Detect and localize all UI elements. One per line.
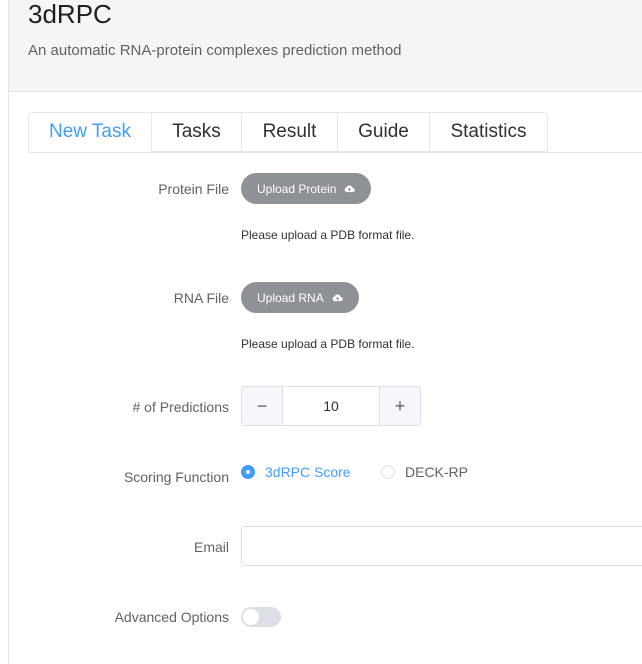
tab-tasks[interactable]: Tasks [152,112,242,152]
tab-result[interactable]: Result [242,112,338,152]
app-title: 3dRPC [28,0,112,29]
scoring-function-label: Scoring Function [123,469,229,485]
rna-file-label: RNA File [173,290,229,306]
protein-file-hint: Please upload a PDB format file. [241,228,415,242]
rna-file-hint: Please upload a PDB format file. [241,337,415,351]
tab-statistics[interactable]: Statistics [430,112,548,152]
radio-3drpc-score[interactable]: 3dRPC Score [241,464,351,480]
decrement-button[interactable]: − [242,387,283,425]
radio-unchecked-indicator [381,465,395,479]
tab-bar: New Task Tasks Result Guide Statistics [28,112,548,152]
advanced-options-toggle[interactable] [241,607,281,627]
radio-checked-indicator [241,465,255,479]
tab-new-task[interactable]: New Task [28,112,152,152]
cloud-upload-icon [332,294,343,302]
increment-button[interactable]: + [379,387,420,425]
content-left-border [8,92,9,664]
page-header: 3dRPC An automatic RNA-protein complexes… [8,0,642,92]
app-subtitle: An automatic RNA-protein complexes predi… [28,42,402,59]
radio-deck-rp-label: DECK-RP [405,464,469,480]
protein-file-label: Protein File [158,181,229,197]
cloud-upload-icon [345,185,356,193]
predictions-stepper: − 10 + [241,386,421,426]
toggle-knob [243,609,259,625]
tabs-divider [28,152,642,153]
predictions-value[interactable]: 10 [283,387,379,425]
predictions-label: # of Predictions [132,399,230,415]
upload-rna-button[interactable]: Upload RNA [241,282,359,313]
advanced-options-label: Advanced Options [114,609,229,625]
email-field[interactable] [241,526,642,566]
radio-deck-rp[interactable]: DECK-RP [381,464,468,480]
upload-protein-button[interactable]: Upload Protein [241,173,372,204]
tab-guide[interactable]: Guide [338,112,430,152]
upload-rna-button-label: Upload RNA [257,290,324,305]
upload-protein-button-label: Upload Protein [257,181,337,196]
email-label: Email [193,539,229,555]
radio-3drpc-score-label: 3dRPC Score [265,464,351,480]
